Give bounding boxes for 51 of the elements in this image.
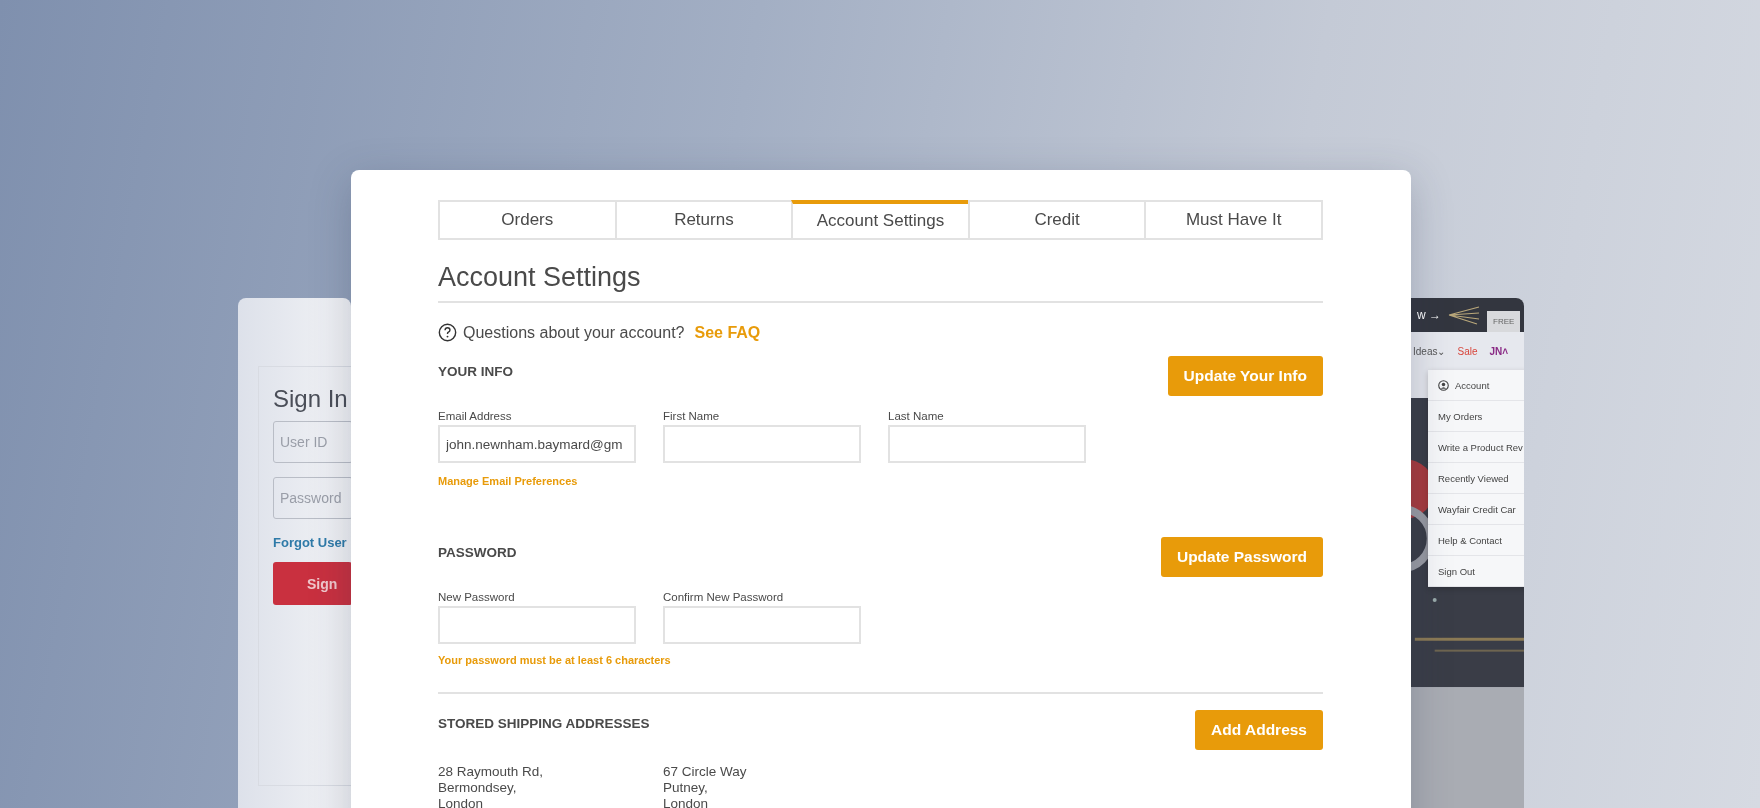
input-field[interactable]: john.newnham.baymard@gm <box>438 425 636 463</box>
menu-item[interactable]: My Orders <box>1428 401 1524 432</box>
tab[interactable]: Must Have It <box>1144 200 1323 240</box>
menu-label: Write a Product Rev <box>1438 441 1523 453</box>
help-icon <box>438 323 457 342</box>
address-line: 28 Raymouth Rd, <box>438 764 545 780</box>
field-label: Last Name <box>888 410 945 422</box>
free-tag: FREE <box>1487 311 1521 332</box>
address-line: Bermondsey, <box>438 780 518 796</box>
address-line: London <box>438 796 485 808</box>
input-field[interactable] <box>663 606 861 644</box>
forgot-link[interactable]: Forgot User <box>273 535 347 550</box>
promo-text[interactable]: w → <box>1417 308 1441 322</box>
page-title: Account Settings <box>438 262 1323 303</box>
address-line: London <box>663 796 710 808</box>
input-field[interactable] <box>438 606 636 644</box>
nav-item[interactable]: Ideas⌄ <box>1413 345 1446 357</box>
menu-label: Wayfair Credit Car <box>1438 503 1516 515</box>
field-label: New Password <box>438 591 516 603</box>
menu-label: Account <box>1455 379 1490 391</box>
field-label: Confirm New Password <box>663 591 785 603</box>
nav-item[interactable]: JN˄ <box>1489 345 1509 357</box>
section-heading: YOUR INFO <box>438 364 513 379</box>
tab[interactable]: Account Settings <box>791 200 970 240</box>
input-field[interactable] <box>888 425 1086 463</box>
menu-item[interactable]: Recently Viewed <box>1428 463 1524 494</box>
tab[interactable]: Credit <box>967 200 1147 240</box>
menu-item[interactable]: Account <box>1428 370 1524 401</box>
field-label: First Name <box>663 410 721 422</box>
sign-in-title: Sign In <box>273 385 349 413</box>
tab[interactable]: Returns <box>614 200 794 240</box>
password-hint: Your password must be at least 6 characters <box>438 654 671 666</box>
section-heading: STORED SHIPPING ADDRESSES <box>438 716 650 731</box>
nav-item[interactable]: Sale <box>1457 345 1478 357</box>
input-field[interactable] <box>663 425 861 463</box>
field-label: Email Address <box>438 410 513 422</box>
faq-question: Questions about your account? <box>463 323 685 342</box>
menu-label: Help & Contact <box>1438 534 1502 546</box>
tab[interactable]: Orders <box>438 200 617 240</box>
menu-label: Sign Out <box>1438 565 1475 577</box>
rays-icon <box>1447 304 1481 326</box>
user-icon <box>1438 379 1449 391</box>
menu-item[interactable]: Wayfair Credit Car <box>1428 494 1524 525</box>
menu-item[interactable]: Write a Product Rev <box>1428 432 1524 463</box>
address-line: 67 Circle Way <box>663 764 748 780</box>
address-line: Putney, <box>663 780 709 796</box>
section-heading: PASSWORD <box>438 545 517 560</box>
menu-label: Recently Viewed <box>1438 472 1509 484</box>
menu-item[interactable]: Help & Contact <box>1428 525 1524 556</box>
menu-label: My Orders <box>1438 410 1483 422</box>
menu-item[interactable]: Sign Out <box>1428 556 1524 587</box>
